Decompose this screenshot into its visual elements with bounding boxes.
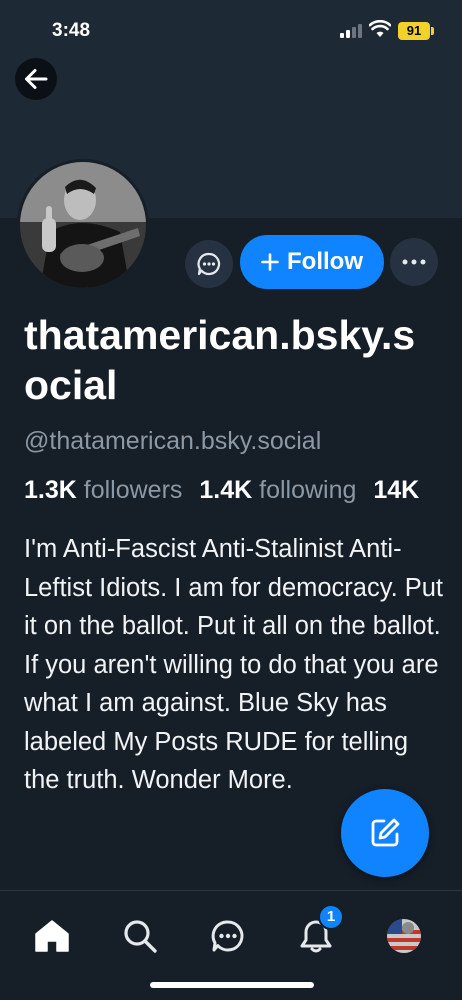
pencil-square-icon (371, 818, 400, 847)
avatar-photo-icon (20, 162, 146, 288)
tab-home[interactable] (27, 911, 77, 961)
followers-count[interactable]: 1.3K (24, 476, 77, 504)
wifi-icon (369, 20, 391, 37)
profile-avatar-icon (387, 919, 421, 953)
status-time: 3:48 (52, 20, 91, 41)
compose-post-button[interactable] (341, 789, 429, 877)
ellipsis-icon (402, 259, 426, 265)
home-icon (35, 920, 69, 952)
more-options-button[interactable] (390, 238, 438, 286)
tab-search[interactable] (115, 911, 165, 961)
following-count[interactable]: 1.4K (199, 476, 252, 504)
posts-count: 14K (373, 476, 420, 504)
battery-indicator: 91 (398, 22, 430, 40)
follow-button[interactable]: Follow (240, 235, 384, 289)
plus-icon (261, 253, 279, 271)
profile-stats: 1.3K followers 1.4K following 14K (24, 476, 462, 505)
follow-button-label: Follow (287, 248, 363, 275)
profile-handle: @thatamerican.bsky.social (24, 427, 322, 455)
chat-bubble-icon (211, 920, 244, 952)
home-indicator (150, 982, 314, 988)
avatar[interactable] (17, 159, 149, 291)
following-label[interactable]: following (259, 476, 356, 504)
search-icon (124, 920, 157, 953)
chat-bubble-icon (197, 252, 221, 276)
cellular-signal-icon (340, 24, 362, 38)
notification-badge: 1 (318, 904, 344, 930)
message-button[interactable] (185, 240, 233, 288)
followers-label[interactable]: followers (84, 476, 183, 504)
tab-profile[interactable] (379, 911, 429, 961)
arrow-left-icon (25, 69, 48, 89)
display-name: thatamerican.bsky.social (24, 312, 416, 408)
tab-chat[interactable] (203, 911, 253, 961)
battery-tip (431, 27, 434, 35)
profile-bio: I'm Anti-Fascist Anti-Stalinist Anti-Lef… (24, 535, 444, 794)
back-button[interactable] (15, 58, 57, 100)
